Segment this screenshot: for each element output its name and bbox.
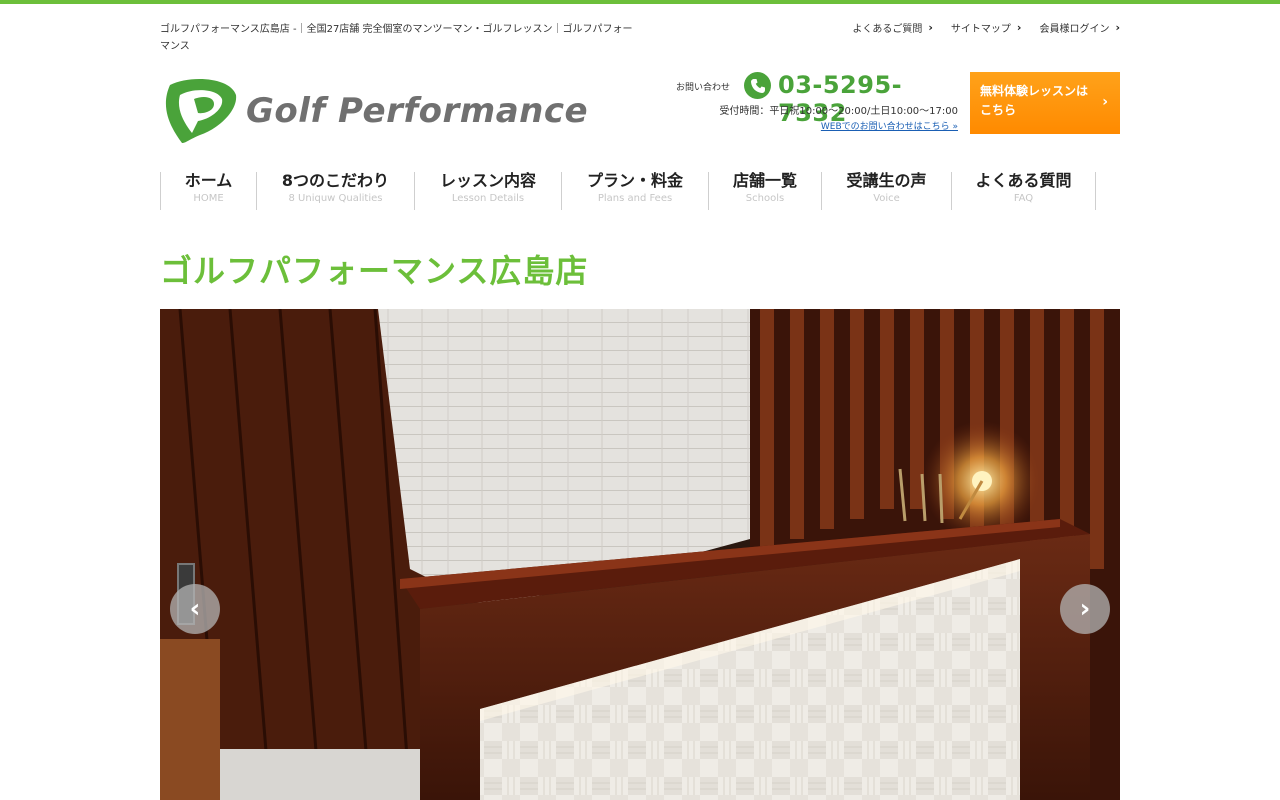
contact-label: お問い合わせ: [676, 83, 731, 93]
nav-item-sublabel: Lesson Details: [451, 193, 525, 204]
slider-prev-button[interactable]: ‹: [170, 584, 220, 634]
business-hours: 受付時間：平日祝10:00〜20:00/土日10:00〜17:00: [719, 106, 958, 117]
nav-item-sublabel: 8 Uniquw Qualities: [288, 193, 383, 204]
chevron-right-icon: ›: [1079, 594, 1091, 624]
nav-item-sublabel: Schools: [745, 193, 785, 204]
nav-item-qualities[interactable]: 8つのこだわり 8 Uniquw Qualities: [256, 172, 414, 210]
nav-item-schools[interactable]: 店舗一覧 Schools: [708, 172, 821, 210]
nav-item-label: ホーム: [184, 171, 233, 190]
nav-item-voice[interactable]: 受講生の声 Voice: [821, 172, 951, 210]
util-link-login[interactable]: 会員様ログイン ›: [1039, 20, 1120, 35]
contact-block: お問い合わせ 03-5295-7332 受付時間：平日祝10:00〜20:00/…: [676, 71, 958, 136]
util-link-label: よくあるご質問: [852, 24, 923, 35]
image-slider[interactable]: ‹ ›: [160, 309, 1120, 800]
golf-performance-logo-icon: [165, 79, 237, 143]
chevron-right-icon: ›: [1102, 94, 1108, 110]
web-inquiry-link[interactable]: WEBでのお問い合わせはこちら »: [821, 119, 958, 132]
nav-item-label: 店舗一覧: [732, 171, 797, 190]
chevron-left-icon: ‹: [189, 594, 201, 624]
logo-text: Golf Performance: [246, 91, 589, 131]
nav-item-faq[interactable]: よくある質問 FAQ: [951, 172, 1096, 210]
nav-item-plans[interactable]: プラン・料金 Plans and Fees: [561, 172, 708, 210]
nav-item-home[interactable]: ホーム HOME: [160, 172, 256, 210]
free-trial-label: 無料体験レッスンはこちら: [980, 84, 1089, 117]
nav-item-label: レッスン内容: [439, 171, 536, 190]
nav-item-label: プラン・料金: [586, 171, 683, 190]
nav-item-sublabel: Plans and Fees: [597, 193, 673, 204]
nav-item-sublabel: Voice: [873, 193, 900, 204]
site-description: ゴルフパフォーマンス広島店 -｜全国27店舗 完全個室のマンツーマン・ゴルフレッ…: [160, 24, 633, 52]
util-link-label: 会員様ログイン: [1039, 24, 1110, 35]
chevron-right-icon: ›: [1115, 21, 1120, 34]
util-link-label: サイトマップ: [950, 24, 1011, 35]
site-logo[interactable]: Golf Performance: [160, 76, 612, 146]
utility-nav: よくあるご質問 › サイトマップ › 会員様ログイン ›: [852, 20, 1120, 35]
nav-item-sublabel: HOME: [193, 193, 224, 204]
util-link-faq[interactable]: よくあるご質問 ›: [852, 20, 933, 35]
nav-item-lessons[interactable]: レッスン内容 Lesson Details: [414, 172, 561, 210]
nav-item-label: よくある質問: [975, 171, 1072, 190]
nav-item-label: 受講生の声: [846, 171, 927, 190]
nav-item-label: 8つのこだわり: [281, 171, 390, 190]
nav-item-sublabel: FAQ: [1013, 193, 1034, 204]
chevron-right-icon: ›: [928, 21, 933, 34]
slider-next-button[interactable]: ›: [1060, 584, 1110, 634]
reception-photo: [160, 309, 1120, 800]
phone-icon: [744, 72, 771, 99]
util-link-sitemap[interactable]: サイトマップ ›: [951, 20, 1022, 35]
free-trial-button[interactable]: 無料体験レッスンはこちら ›: [970, 72, 1120, 134]
top-accent-bar: [0, 0, 1280, 4]
chevron-right-icon: ›: [1016, 21, 1022, 34]
page-title: ゴルフパフォーマンス広島店: [160, 252, 589, 290]
global-nav: ホーム HOME 8つのこだわり 8 Uniquw Qualities レッスン…: [160, 172, 1096, 210]
